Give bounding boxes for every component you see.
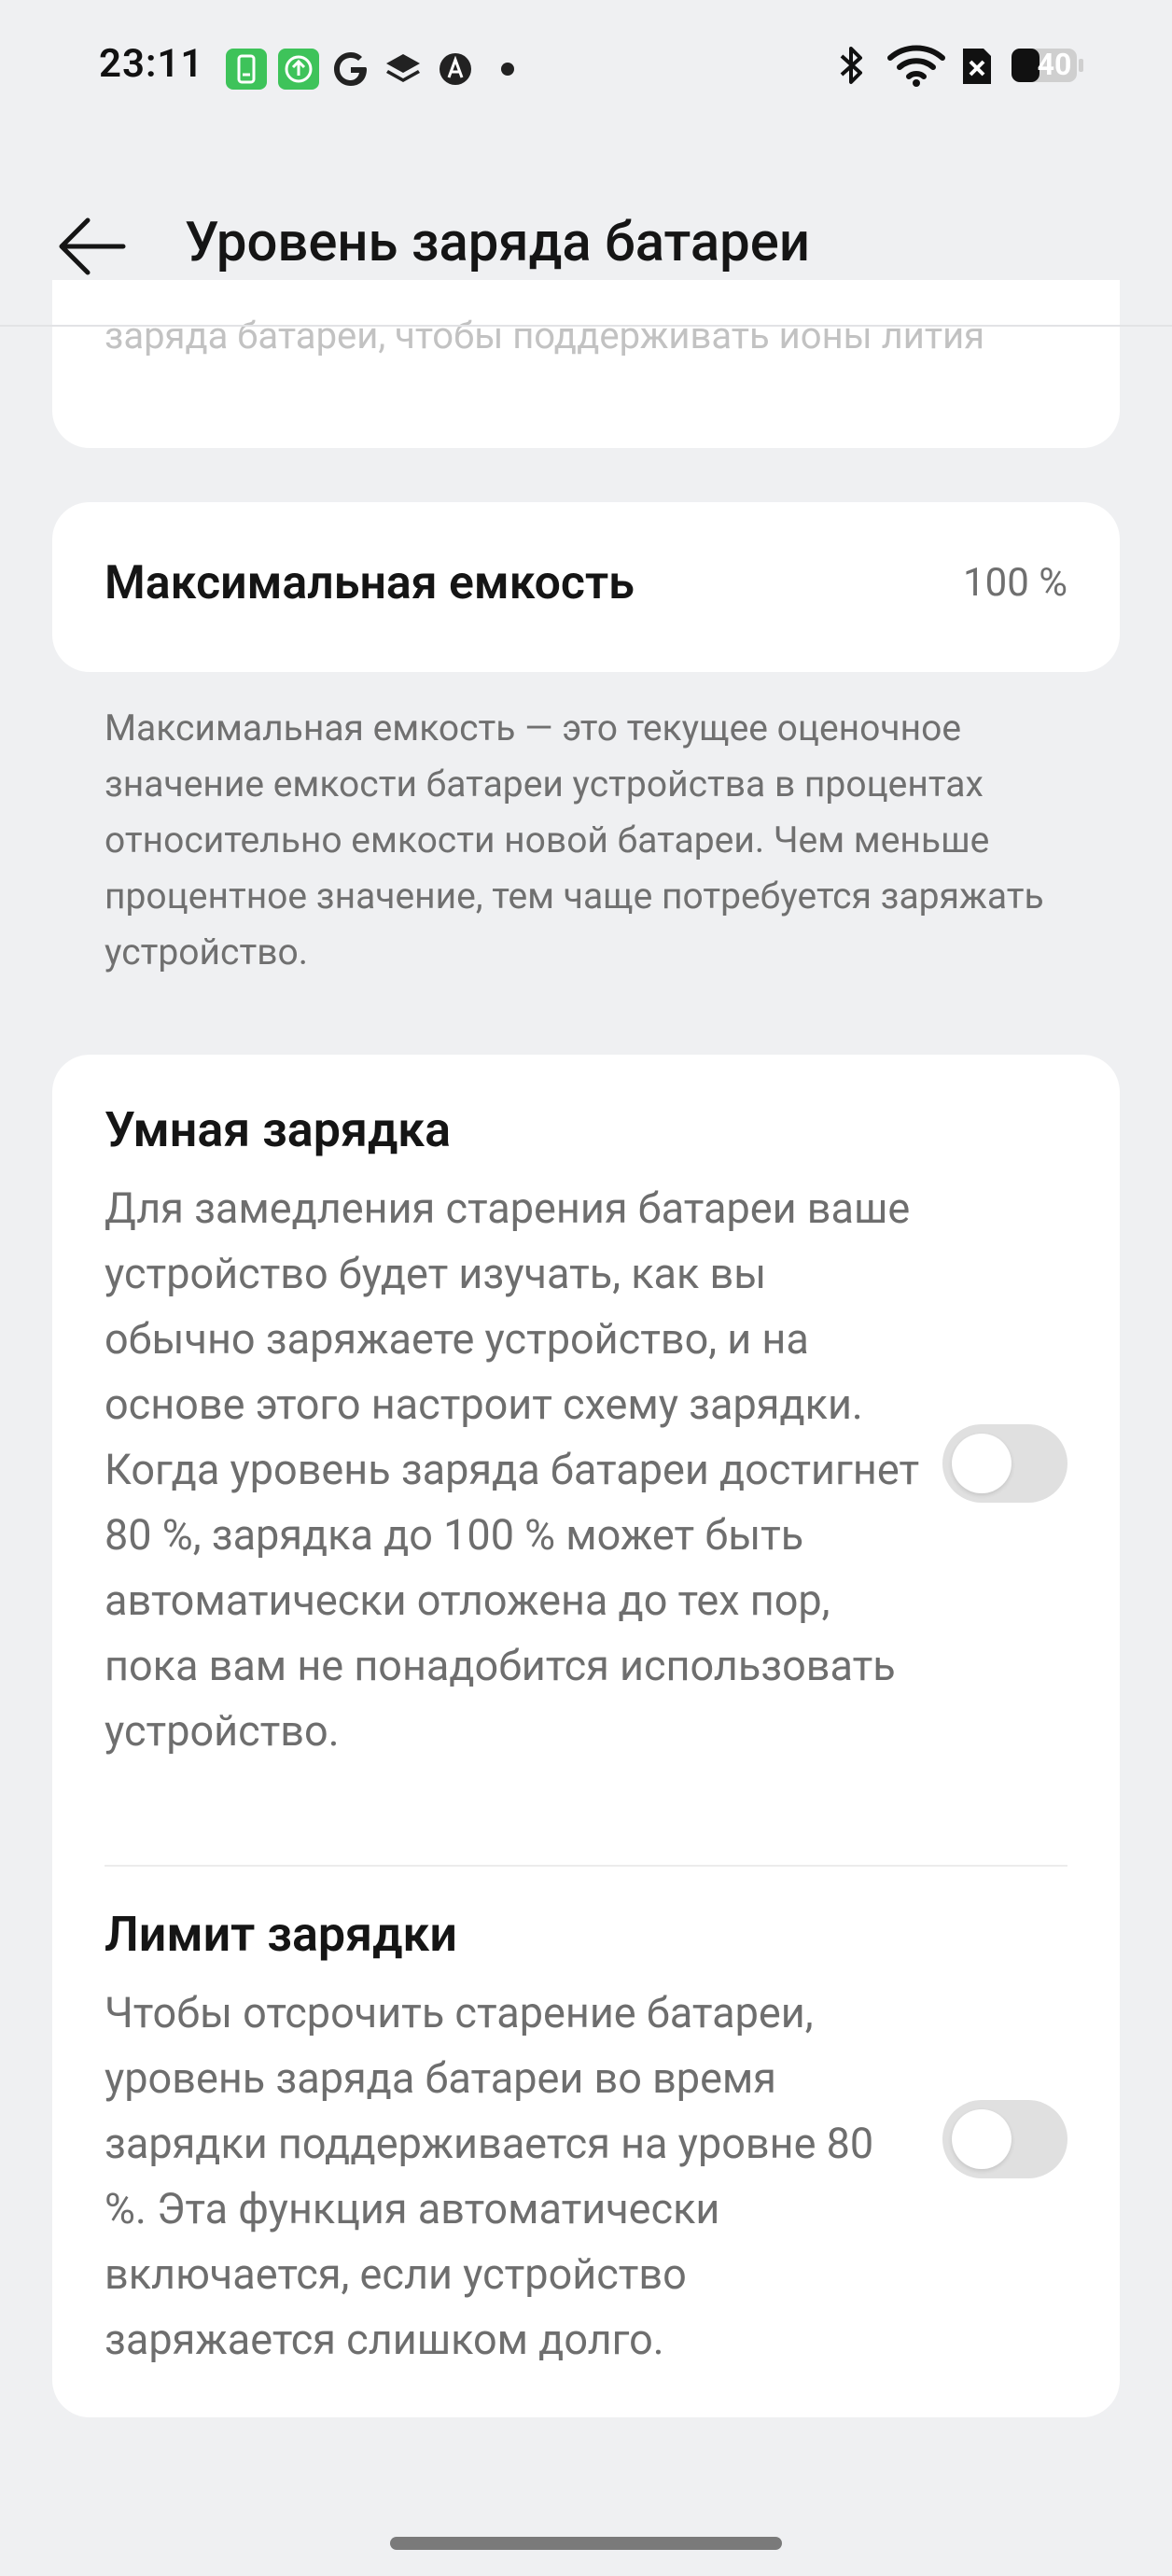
charge-limit-description: Чтобы отсрочить старение батареи, уровен… (105, 1988, 874, 2364)
faded-text: заряда батареи, чтобы поддерживать ионы … (105, 314, 985, 357)
status-time: 23:11 (99, 41, 204, 87)
google-icon (334, 52, 367, 86)
app-green-icon (226, 49, 267, 90)
header-divider (0, 325, 1172, 327)
gear-a-icon (440, 53, 471, 85)
toggle-knob (952, 1434, 1012, 1493)
charge-limit-toggle[interactable] (942, 2100, 1067, 2178)
charge-limit-title: Лимит зарядки (105, 1906, 457, 1963)
max-capacity-description: Максимальная емкость — это текущее оцено… (105, 707, 1044, 973)
max-capacity-value: 100 % (963, 560, 1067, 606)
notification-dot-icon (501, 63, 514, 76)
home-indicator[interactable] (390, 2537, 782, 2550)
battery-level: 40 (1037, 47, 1072, 82)
back-button[interactable] (54, 213, 131, 280)
page-title: Уровень заряда батареи (185, 211, 810, 274)
sim-blocked-icon (963, 49, 991, 84)
bluetooth-icon (840, 47, 862, 84)
status-bar: 23:11 40 (0, 0, 1172, 131)
smart-charging-title: Умная зарядка (105, 1101, 452, 1158)
wifi-icon (887, 45, 945, 87)
toggle-knob (952, 2109, 1012, 2169)
max-capacity-card[interactable]: Максимальная емкость 100 % (52, 502, 1120, 672)
upload-app-icon (278, 49, 319, 90)
smart-charging-description: Для замедления старения батареи ваше уст… (105, 1183, 920, 1756)
charging-options-card: Умная зарядка Для замедления старения ба… (52, 1055, 1120, 2417)
smart-charging-toggle[interactable] (942, 1424, 1067, 1503)
row-divider (105, 1865, 1067, 1867)
layers-icon (386, 54, 420, 82)
max-capacity-label: Максимальная емкость (105, 556, 635, 610)
scrolled-card: заряда батареи, чтобы поддерживать ионы … (52, 280, 1120, 448)
